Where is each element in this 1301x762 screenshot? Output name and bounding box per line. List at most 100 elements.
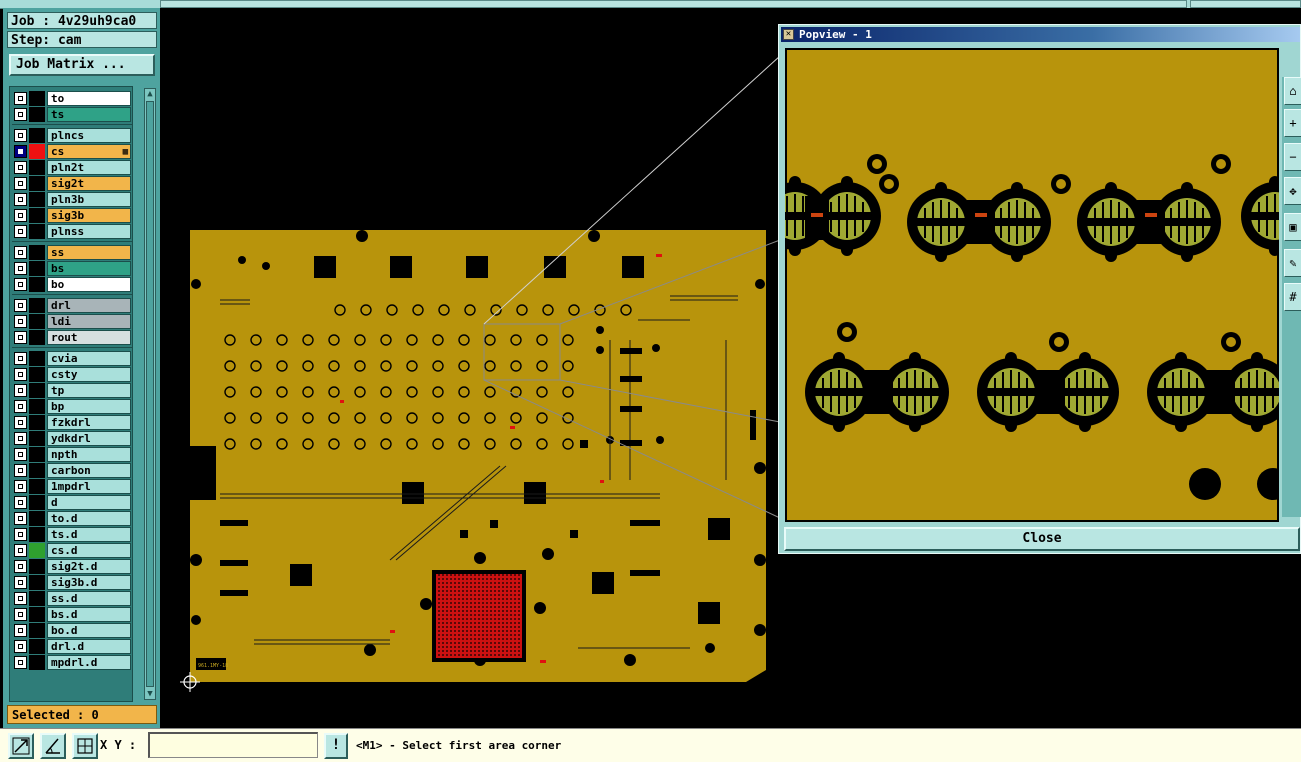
- layer-name[interactable]: plnss: [47, 224, 131, 239]
- layer-state-indicator[interactable]: [29, 479, 45, 494]
- layer-state-indicator[interactable]: [29, 144, 45, 159]
- layer-row[interactable]: mpdrl.d: [12, 655, 132, 670]
- layer-row[interactable]: d: [12, 495, 132, 510]
- popview-titlebar[interactable]: ✕ Popview - 1: [781, 27, 1300, 42]
- layer-name[interactable]: d: [47, 495, 131, 510]
- layer-row[interactable]: rout: [12, 330, 132, 345]
- layer-row[interactable]: ydkdrl: [12, 431, 132, 446]
- layer-row[interactable]: tp: [12, 383, 132, 398]
- layer-name[interactable]: rout: [47, 330, 131, 345]
- layer-row[interactable]: drl.d: [12, 639, 132, 654]
- layer-checkbox[interactable]: [14, 464, 27, 477]
- layer-name[interactable]: npth: [47, 447, 131, 462]
- layer-state-indicator[interactable]: [29, 277, 45, 292]
- xy-coordinate-input[interactable]: [148, 732, 318, 758]
- layer-name[interactable]: cvia: [47, 351, 131, 366]
- layer-name[interactable]: ss: [47, 245, 131, 260]
- scroll-up-icon[interactable]: ▲: [146, 89, 154, 99]
- layer-checkbox[interactable]: [14, 592, 27, 605]
- layer-checkbox[interactable]: [14, 161, 27, 174]
- layer-name[interactable]: ts: [47, 107, 131, 122]
- layer-name[interactable]: bs.d: [47, 607, 131, 622]
- layer-state-indicator[interactable]: [29, 591, 45, 606]
- layer-state-indicator[interactable]: [29, 495, 45, 510]
- snap-mode-button[interactable]: [8, 733, 34, 759]
- job-matrix-button[interactable]: Job Matrix ...: [9, 54, 155, 76]
- layer-row[interactable]: cs ▦: [12, 144, 132, 159]
- layer-name[interactable]: drl: [47, 298, 131, 313]
- measure-icon[interactable]: ✎: [1284, 249, 1301, 277]
- layer-name[interactable]: pln3b: [47, 192, 131, 207]
- layer-name[interactable]: ldi: [47, 314, 131, 329]
- layer-row[interactable]: bp: [12, 399, 132, 414]
- layer-state-indicator[interactable]: [29, 176, 45, 191]
- layer-row[interactable]: cvia: [12, 351, 132, 366]
- layer-row[interactable]: cs.d: [12, 543, 132, 558]
- layer-row[interactable]: npth: [12, 447, 132, 462]
- layer-state-indicator[interactable]: [29, 192, 45, 207]
- layer-state-indicator[interactable]: [29, 128, 45, 143]
- layer-name[interactable]: 1mpdrl: [47, 479, 131, 494]
- layer-state-indicator[interactable]: [29, 314, 45, 329]
- layer-checkbox[interactable]: [14, 177, 27, 190]
- popview-zoom-view[interactable]: [760, 48, 1301, 522]
- layer-checkbox[interactable]: [14, 432, 27, 445]
- layer-name[interactable]: sig2t.d: [47, 559, 131, 574]
- layer-checkbox[interactable]: [14, 544, 27, 557]
- layer-row[interactable]: bo.d: [12, 623, 132, 638]
- layer-row[interactable]: plncs: [12, 128, 132, 143]
- layer-row[interactable]: to: [12, 91, 132, 106]
- scroll-down-icon[interactable]: ▼: [146, 689, 154, 699]
- layer-row[interactable]: ts.d: [12, 527, 132, 542]
- layer-checkbox[interactable]: [14, 145, 27, 158]
- layer-state-indicator[interactable]: [29, 639, 45, 654]
- info-button[interactable]: !: [324, 733, 348, 759]
- layer-checkbox[interactable]: [14, 92, 27, 105]
- layer-state-indicator[interactable]: [29, 527, 45, 542]
- layer-name[interactable]: bp: [47, 399, 131, 414]
- layer-row[interactable]: ss.d: [12, 591, 132, 606]
- layer-state-indicator[interactable]: [29, 511, 45, 526]
- layer-checkbox[interactable]: [14, 299, 27, 312]
- layer-row[interactable]: bs: [12, 261, 132, 276]
- layer-name[interactable]: plncs: [47, 128, 131, 143]
- layer-checkbox[interactable]: [14, 368, 27, 381]
- layer-checkbox[interactable]: [14, 528, 27, 541]
- layer-name[interactable]: bo: [47, 277, 131, 292]
- close-button[interactable]: Close: [784, 527, 1300, 551]
- layer-row[interactable]: sig3b.d: [12, 575, 132, 590]
- layer-name[interactable]: mpdrl.d: [47, 655, 131, 670]
- layer-state-indicator[interactable]: [29, 261, 45, 276]
- layer-checkbox[interactable]: [14, 209, 27, 222]
- layer-state-indicator[interactable]: [29, 623, 45, 638]
- grid-button[interactable]: [72, 733, 98, 759]
- layer-state-indicator[interactable]: [29, 91, 45, 106]
- layer-state-indicator[interactable]: [29, 655, 45, 670]
- layer-name[interactable]: bs: [47, 261, 131, 276]
- layer-state-indicator[interactable]: [29, 559, 45, 574]
- scroll-thumb[interactable]: [146, 101, 154, 687]
- layer-name[interactable]: ss.d: [47, 591, 131, 606]
- layer-checkbox[interactable]: [14, 448, 27, 461]
- layer-row[interactable]: 1mpdrl: [12, 479, 132, 494]
- layer-row[interactable]: pln2t: [12, 160, 132, 175]
- layer-row[interactable]: sig2t.d: [12, 559, 132, 574]
- zoom-out-icon[interactable]: −: [1284, 143, 1301, 171]
- layer-checkbox[interactable]: [14, 608, 27, 621]
- layer-state-indicator[interactable]: [29, 224, 45, 239]
- layer-name[interactable]: ts.d: [47, 527, 131, 542]
- layer-name[interactable]: cs ▦: [47, 144, 131, 159]
- layer-state-indicator[interactable]: [29, 245, 45, 260]
- layer-name[interactable]: fzkdrl: [47, 415, 131, 430]
- layer-list-scrollbar[interactable]: ▲ ▼: [144, 88, 156, 700]
- layer-row[interactable]: sig2t: [12, 176, 132, 191]
- layer-state-indicator[interactable]: [29, 160, 45, 175]
- layer-state-indicator[interactable]: [29, 107, 45, 122]
- layer-name[interactable]: pln2t: [47, 160, 131, 175]
- layer-name[interactable]: csty: [47, 367, 131, 382]
- layer-checkbox[interactable]: [14, 193, 27, 206]
- pan-icon[interactable]: ✥: [1284, 177, 1301, 205]
- layer-state-indicator[interactable]: [29, 367, 45, 382]
- layer-checkbox[interactable]: [14, 560, 27, 573]
- layer-checkbox[interactable]: [14, 108, 27, 121]
